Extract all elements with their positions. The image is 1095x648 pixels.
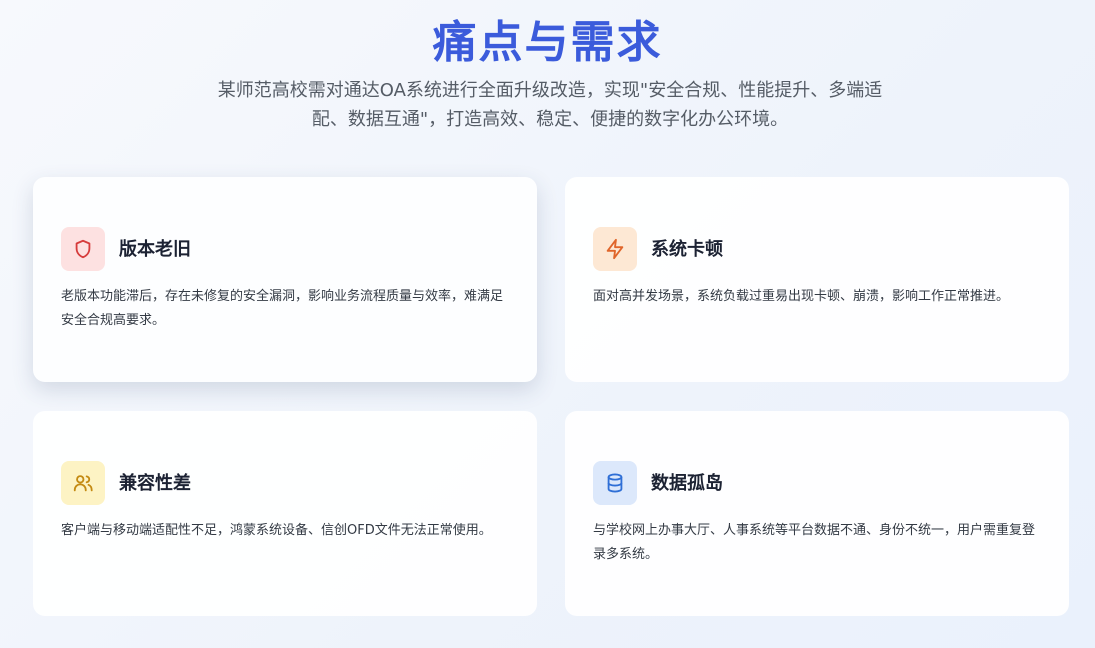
lightning-icon-box	[593, 227, 637, 271]
shield-icon-box	[61, 227, 105, 271]
card-data-silos: 数据孤岛 与学校网上办事大厅、人事系统等平台数据不通、身份不统一，用户需重复登录…	[565, 411, 1069, 616]
users-icon	[73, 475, 93, 492]
card-description: 与学校网上办事大厅、人事系统等平台数据不通、身份不统一，用户需重复登录多系统。	[593, 523, 1036, 562]
card-description: 面对高并发场景，系统负载过重易出现卡顿、崩溃，影响工作正常推进。	[593, 289, 1010, 304]
card-description: 客户端与移动端适配性不足，鸿蒙系统设备、信创OFD文件无法正常使用。	[61, 523, 492, 538]
card-system-lag: 系统卡顿 面对高并发场景，系统负载过重易出现卡顿、崩溃，影响工作正常推进。	[565, 177, 1069, 382]
card-version-outdated: 版本老旧 老版本功能滞后，存在未修复的安全漏洞，影响业务流程质量与效率，难满足安…	[33, 177, 537, 382]
lightning-icon	[606, 238, 624, 260]
card-description: 老版本功能滞后，存在未修复的安全漏洞，影响业务流程质量与效率，难满足安全合规高要…	[61, 289, 504, 328]
shield-icon	[75, 239, 91, 259]
card-title: 版本老旧	[119, 239, 191, 260]
page-subtitle: 某师范高校需对通达OA系统进行全面升级改造，实现"安全合规、性能提升、多端适配、…	[217, 80, 883, 130]
card-poor-compatibility: 兼容性差 客户端与移动端适配性不足，鸿蒙系统设备、信创OFD文件无法正常使用。	[33, 411, 537, 616]
card-title: 系统卡顿	[651, 239, 723, 260]
card-title: 数据孤岛	[651, 473, 723, 494]
database-icon	[607, 473, 623, 493]
card-title: 兼容性差	[119, 473, 191, 494]
users-icon-box	[61, 461, 105, 505]
database-icon-box	[593, 461, 637, 505]
page-title: 痛点与需求	[432, 17, 663, 68]
